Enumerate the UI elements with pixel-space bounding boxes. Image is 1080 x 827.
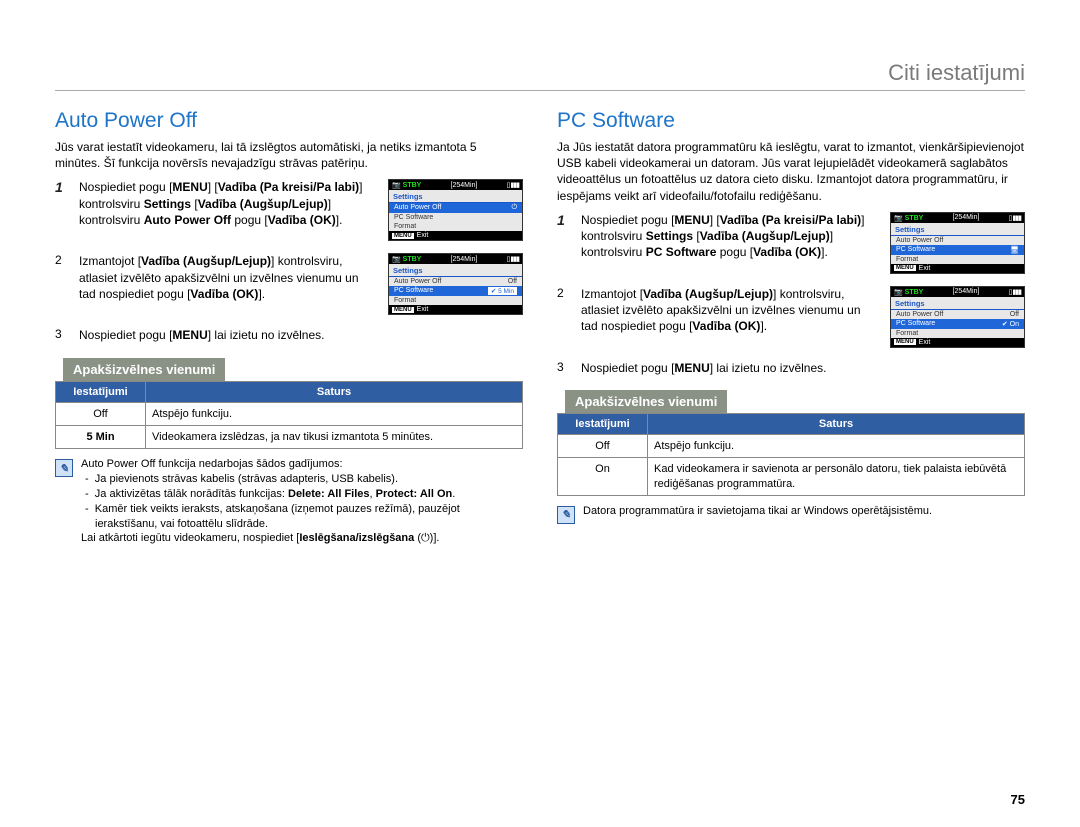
camera-screenshot-2: 📷 STBY[254Min]▯ ▮▮▮ Settings Auto Power … (890, 286, 1025, 354)
step-number: 3 (55, 327, 69, 343)
intro-text: Jūs varat iestatīt videokameru, lai tā i… (55, 139, 523, 171)
step-3: 3 Nospiediet pogu [MENU] lai izietu no i… (557, 360, 1025, 376)
note-icon: ✎ (55, 459, 73, 477)
step-1: 1 Nospiediet pogu [MENU] [Vadība (Pa kre… (55, 179, 523, 247)
camera-screenshot-1: 📷 STBY[254Min]▯ ▮▮▮ Settings Auto Power … (890, 212, 1025, 280)
step-number: 2 (557, 286, 571, 354)
step-text: Nospiediet pogu [MENU] [Vadība (Pa kreis… (79, 179, 378, 247)
step-text: Nospiediet pogu [MENU] lai izietu no izv… (79, 327, 523, 343)
section-title-auto-power-off: Auto Power Off (55, 109, 523, 133)
note-block: ✎ Datora programmatūra ir savietojama ti… (557, 504, 1025, 524)
table-header: Iestatījumi (558, 413, 648, 434)
page-number: 75 (1011, 792, 1025, 807)
section-title-pc-software: PC Software (557, 109, 1025, 133)
chapter-title: Citi iestatījumi (55, 60, 1025, 91)
submenu-header: Apakšizvēlnes vienumi (565, 390, 727, 413)
step-2: 2 Izmantojot [Vadība (Augšup/Lejup)] kon… (557, 286, 1025, 354)
note-end: Lai atkārtoti iegūtu videokameru, nospie… (81, 531, 523, 546)
step-text: Nospiediet pogu [MENU] lai izietu no izv… (581, 360, 1025, 376)
table-header: Iestatījumi (56, 381, 146, 402)
camera-screenshot-1: 📷 STBY[254Min]▯ ▮▮▮ Settings Auto Power … (388, 179, 523, 247)
table-header: Saturs (146, 381, 523, 402)
note-body: Auto Power Off funkcija nedarbojas šādos… (81, 457, 523, 546)
table-row: 5 MinVideokamera izslēdzas, ja nav tikus… (56, 425, 523, 448)
step-1: 1 Nospiediet pogu [MENU] [Vadība (Pa kre… (557, 212, 1025, 280)
submenu-header: Apakšizvēlnes vienumi (63, 358, 225, 381)
settings-table: IestatījumiSaturs OffAtspējo funkciju. O… (557, 413, 1025, 496)
note-item: - Ja pievienots strāvas kabelis (strāvas… (81, 472, 523, 487)
note-block: ✎ Auto Power Off funkcija nedarbojas šād… (55, 457, 523, 546)
step-text: Izmantojot [Vadība (Augšup/Lejup)] kontr… (581, 286, 880, 354)
two-column-layout: Auto Power Off Jūs varat iestatīt videok… (55, 109, 1025, 546)
step-2: 2 Izmantojot [Vadība (Augšup/Lejup)] kon… (55, 253, 523, 321)
step-text: Izmantojot [Vadība (Augšup/Lejup)] kontr… (79, 253, 378, 321)
note-body: Datora programmatūra ir savietojama tika… (583, 504, 1025, 519)
note-icon: ✎ (557, 506, 575, 524)
right-column: PC Software Ja Jūs iestatāt datora progr… (557, 109, 1025, 546)
note-item: - Ja aktivizētas tālāk norādītās funkcij… (81, 487, 523, 502)
intro-text: Ja Jūs iestatāt datora programmatūru kā … (557, 139, 1025, 204)
step-text: Nospiediet pogu [MENU] [Vadība (Pa kreis… (581, 212, 880, 280)
settings-table: IestatījumiSaturs OffAtspējo funkciju. 5… (55, 381, 523, 450)
table-row: OffAtspējo funkciju. (558, 434, 1025, 457)
note-item: - Kamēr tiek veikts ieraksts, atskaņošan… (81, 502, 523, 532)
table-row: OffAtspējo funkciju. (56, 402, 523, 425)
step-number: 1 (55, 179, 69, 247)
camera-screenshot-2: 📷 STBY[254Min]▯ ▮▮▮ Settings Auto Power … (388, 253, 523, 321)
left-column: Auto Power Off Jūs varat iestatīt videok… (55, 109, 523, 546)
table-row: OnKad videokamera ir savienota ar person… (558, 458, 1025, 496)
step-number: 1 (557, 212, 571, 280)
step-3: 3 Nospiediet pogu [MENU] lai izietu no i… (55, 327, 523, 343)
step-number: 3 (557, 360, 571, 376)
table-header: Saturs (648, 413, 1025, 434)
step-number: 2 (55, 253, 69, 321)
